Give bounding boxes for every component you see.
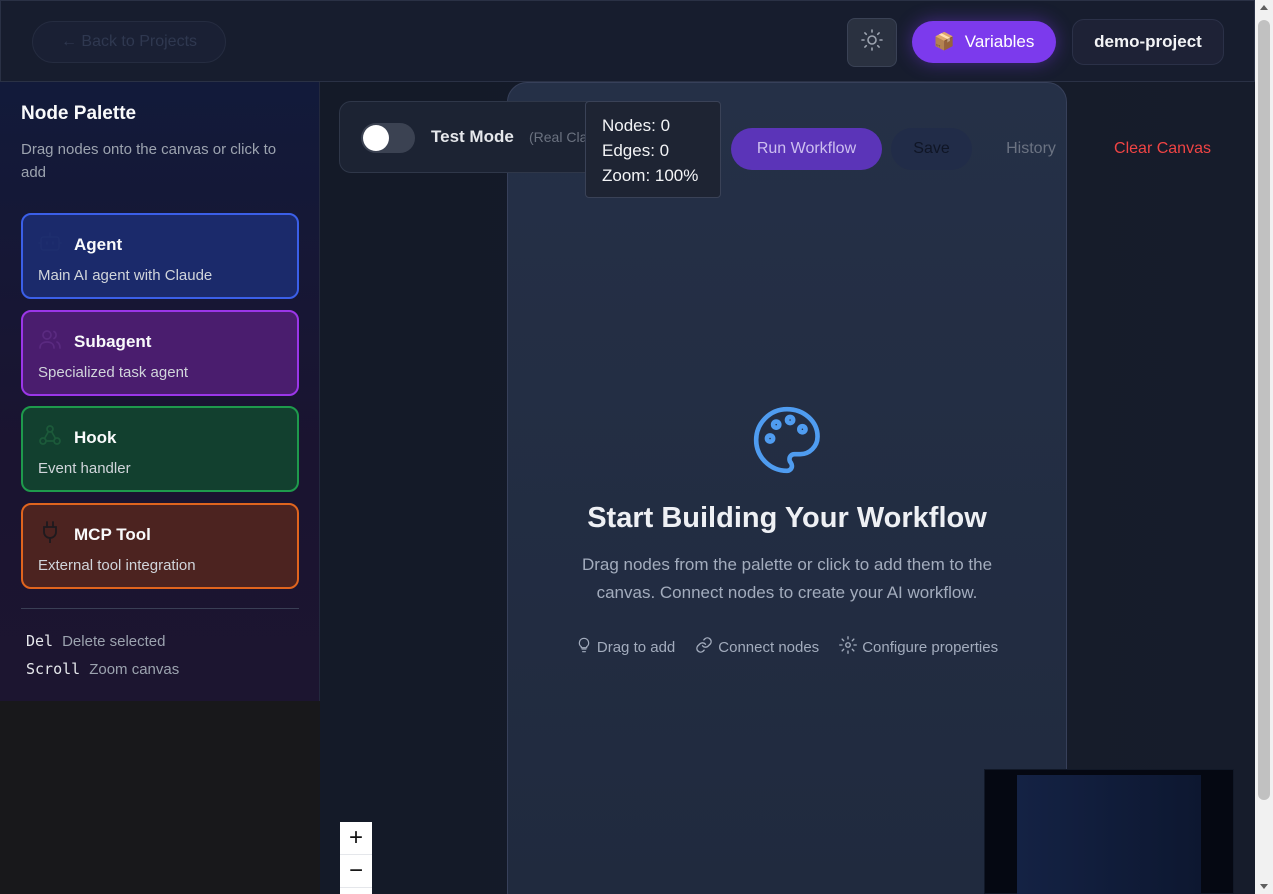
project-name-button[interactable]: demo-project (1072, 19, 1224, 65)
hint-label: Drag to add (596, 638, 676, 656)
gear-icon (839, 636, 858, 658)
minus-icon: − (348, 857, 363, 884)
palette-node-subagent[interactable]: Subagent Specialized task agent (21, 310, 299, 396)
node-name: Hook (74, 427, 117, 447)
scroll-up-arrow-icon[interactable] (1260, 5, 1268, 10)
node-description: Main AI agent with Claude (38, 267, 213, 284)
empty-state-hints: Drag to add Connect nodes Configure prop… (507, 636, 1067, 658)
variables-button[interactable]: 📦 Variables (912, 21, 1056, 63)
back-label: ← Back to Projects (60, 33, 198, 50)
zoom-in-button[interactable]: + (340, 822, 372, 855)
node-description: Event handler (38, 460, 131, 477)
run-label: Run Workflow (756, 140, 857, 157)
shortcut-key: Del (26, 632, 54, 650)
node-name: Agent (74, 234, 123, 254)
shortcut-delete: Del Delete selected (26, 632, 166, 650)
stats-nodes: Nodes: 0 (602, 116, 671, 135)
run-workflow-button[interactable]: Run Workflow (731, 128, 882, 170)
page-scrollbar[interactable] (1255, 0, 1273, 894)
palette-node-mcp-tool[interactable]: MCP Tool External tool integration (21, 503, 299, 589)
node-name: MCP Tool (74, 524, 151, 544)
hint-configure: Configure properties (839, 636, 998, 658)
empty-state-card (507, 82, 1067, 894)
hint-label: Configure properties (862, 638, 999, 656)
project-name: demo-project (1094, 32, 1202, 51)
scroll-down-arrow-icon[interactable] (1260, 884, 1268, 889)
variables-label: Variables (964, 32, 1035, 51)
save-label: Save (913, 140, 950, 157)
plus-icon: + (348, 824, 363, 851)
fit-view-button[interactable] (340, 888, 372, 894)
zoom-out-button[interactable]: − (340, 855, 372, 888)
users-icon (38, 328, 62, 355)
hint-label: Connect nodes (718, 638, 820, 656)
shortcut-key: Scroll (26, 660, 81, 678)
toggle-knob (363, 125, 389, 151)
node-name: Subagent (74, 331, 152, 351)
stats-zoom: Zoom: 100% (602, 166, 699, 185)
plug-icon (38, 521, 62, 548)
shortcut-label: Delete selected (62, 632, 166, 650)
shortcut-zoom: Scroll Zoom canvas (26, 660, 179, 678)
scrollbar-thumb[interactable] (1258, 20, 1270, 800)
test-mode-panel: Test Mode (Real Claude) (339, 101, 599, 173)
test-mode-label: Test Mode (431, 127, 514, 146)
clear-canvas-button[interactable]: Clear Canvas (1100, 128, 1225, 170)
node-description: Specialized task agent (38, 364, 189, 381)
shortcut-label: Zoom canvas (89, 660, 180, 678)
lightbulb-icon (576, 636, 592, 658)
hint-connect: Connect nodes (695, 636, 819, 658)
minimap-viewport[interactable] (1017, 775, 1201, 894)
node-palette-sidebar: Node Palette Drag nodes onto the canvas … (0, 82, 320, 701)
top-header: ← Back to Projects 📦 Variables demo-proj… (0, 0, 1255, 82)
palette-subtitle: Drag nodes onto the canvas or click to a… (21, 141, 277, 181)
history-button[interactable]: History (991, 128, 1071, 170)
package-icon: 📦 (933, 32, 955, 51)
palette-title: Node Palette (21, 103, 137, 124)
palette-icon (750, 403, 824, 482)
sidebar-bottom-area (0, 701, 320, 894)
history-label: History (1006, 140, 1056, 157)
bot-icon (38, 231, 62, 258)
test-mode-toggle[interactable] (361, 123, 415, 153)
sidebar-divider (21, 608, 299, 609)
node-description: External tool integration (38, 557, 196, 574)
clear-label: Clear Canvas (1114, 140, 1211, 157)
save-button[interactable]: Save (891, 128, 972, 170)
hint-drag: Drag to add (576, 636, 675, 658)
canvas-stats-tooltip: Nodes: 0 Edges: 0 Zoom: 100% (585, 101, 721, 198)
palette-node-agent[interactable]: Agent Main AI agent with Claude (21, 213, 299, 299)
minimap[interactable] (984, 769, 1234, 894)
link-icon (695, 636, 713, 658)
empty-state-description: Drag nodes from the palette or click to … (581, 555, 993, 602)
palette-node-hook[interactable]: Hook Event handler (21, 406, 299, 492)
theme-toggle-button[interactable] (847, 18, 897, 67)
sun-icon (860, 28, 884, 57)
stats-edges: Edges: 0 (602, 141, 670, 160)
empty-state-title: Start Building Your Workflow (587, 502, 987, 534)
back-to-projects-button[interactable]: ← Back to Projects (32, 21, 226, 63)
webhook-icon (38, 424, 62, 451)
